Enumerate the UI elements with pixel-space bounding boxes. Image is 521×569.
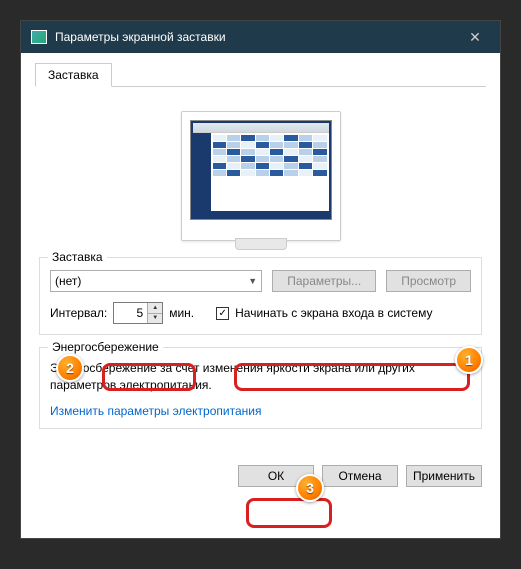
monitor-preview — [181, 111, 341, 241]
interval-spinner[interactable]: ▲ ▼ — [113, 302, 163, 324]
settings-button: Параметры... — [272, 270, 376, 292]
preview-area — [39, 101, 482, 257]
interval-unit: мин. — [169, 306, 194, 320]
badge-1: 1 — [455, 346, 483, 374]
screensaver-group: Заставка (нет) ▼ Параметры... Просмотр И… — [39, 257, 482, 335]
close-icon[interactable]: ✕ — [460, 29, 490, 46]
screensaver-group-label: Заставка — [48, 250, 107, 264]
screensaver-settings-window: Параметры экранной заставки ✕ Заставка — [20, 20, 501, 539]
power-group-label: Энергосбережение — [48, 340, 163, 354]
interval-label: Интервал: — [50, 306, 107, 320]
window-icon — [31, 30, 47, 44]
power-settings-link[interactable]: Изменить параметры электропитания — [50, 404, 471, 418]
spin-down-icon[interactable]: ▼ — [148, 314, 162, 324]
chevron-down-icon: ▼ — [248, 276, 257, 286]
cancel-button[interactable]: Отмена — [322, 465, 398, 487]
screensaver-select-value: (нет) — [55, 274, 81, 288]
screensaver-select[interactable]: (нет) ▼ — [50, 270, 262, 292]
preview-button: Просмотр — [386, 270, 471, 292]
resume-checkbox[interactable]: ✓ — [216, 307, 229, 320]
dialog-buttons: ОК Отмена Применить — [21, 455, 500, 497]
tab-screensaver[interactable]: Заставка — [35, 63, 112, 87]
badge-2: 2 — [56, 354, 84, 382]
spin-up-icon[interactable]: ▲ — [148, 303, 162, 314]
interval-input[interactable] — [114, 303, 147, 323]
titlebar[interactable]: Параметры экранной заставки ✕ — [21, 21, 500, 53]
apply-button[interactable]: Применить — [406, 465, 482, 487]
power-group: Энергосбережение Энергосбережение за сче… — [39, 347, 482, 429]
tab-row: Заставка — [21, 53, 500, 87]
window-title: Параметры экранной заставки — [55, 30, 460, 44]
power-description: Энергосбережение за счет изменения яркос… — [50, 360, 471, 394]
resume-label: Начинать с экрана входа в систему — [235, 306, 432, 320]
badge-3: 3 — [296, 474, 324, 502]
content: Заставка (нет) ▼ Параметры... Просмотр И… — [21, 87, 500, 455]
